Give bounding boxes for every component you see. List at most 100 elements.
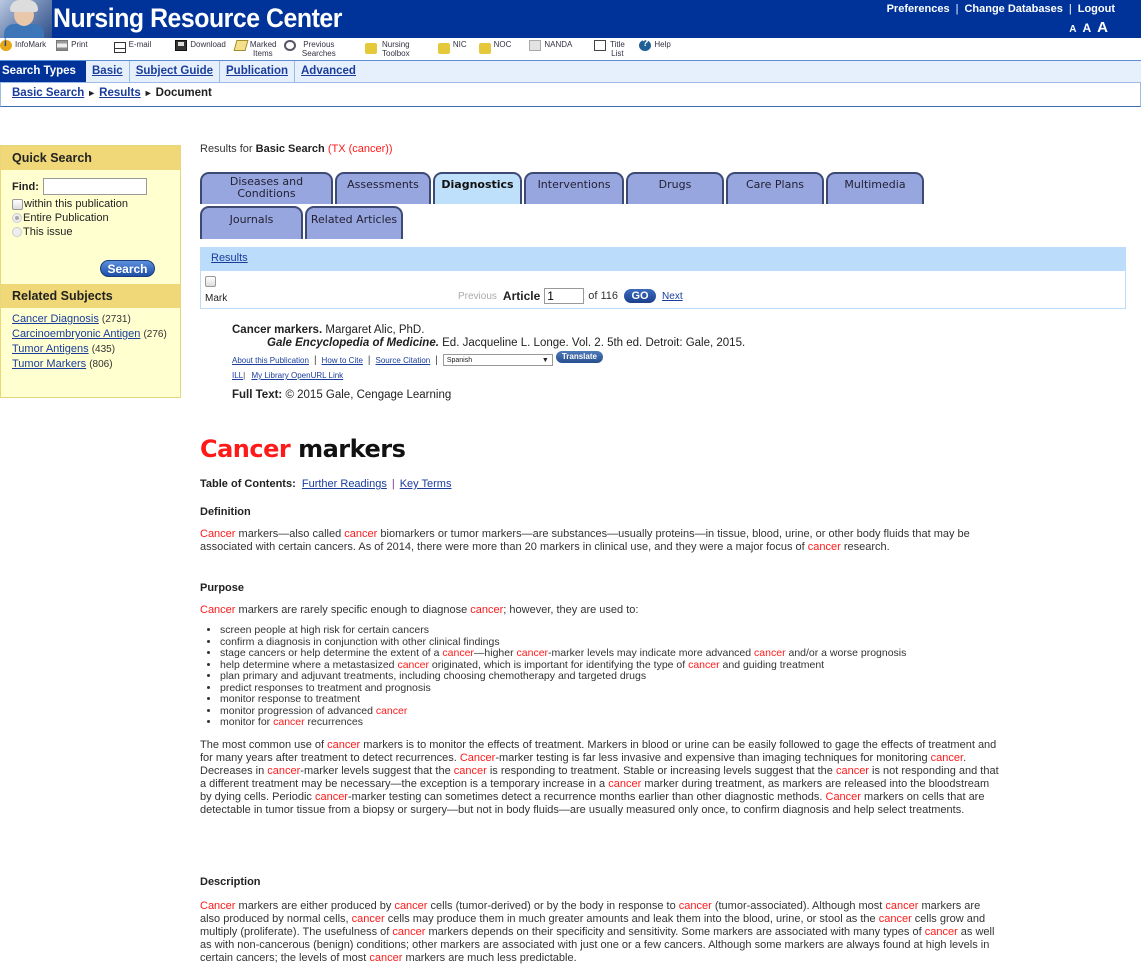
key-icon xyxy=(437,43,450,54)
section-paragraph: Cancer markers—also called cancer biomar… xyxy=(200,528,970,553)
section-paragraph: The most common use of cancer markers is… xyxy=(200,738,999,816)
citation: Cancer markers. Margaret Alic, PhD. Gale… xyxy=(232,324,746,401)
document-title-rest: markers xyxy=(298,435,406,463)
breadcrumb-basic-search[interactable]: Basic Search xyxy=(12,87,84,99)
section-paragraph: Cancer markers are rarely specific enoug… xyxy=(200,604,639,616)
related-subject-link[interactable]: Cancer Diagnosis xyxy=(12,313,99,325)
section-purpose: Purpose Cancer markers are rarely specif… xyxy=(200,582,1000,817)
separator: | xyxy=(1068,3,1072,15)
tab-multimedia[interactable]: Multimedia xyxy=(826,172,924,204)
tab-publication[interactable]: Publication xyxy=(220,61,295,82)
subject-count: (2731) xyxy=(101,314,131,325)
table-of-contents: Table of Contents: Further Readings | Key … xyxy=(200,478,452,490)
marked-items-icon xyxy=(233,40,249,51)
article-number-input[interactable] xyxy=(544,288,585,304)
previous-searches-button[interactable]: Previous Searches xyxy=(283,40,339,58)
tab-assessments[interactable]: Assessments xyxy=(335,172,431,204)
citation-source-details: Ed. Jacqueline L. Longe. Vol. 2. 5th ed.… xyxy=(442,337,746,349)
tab-basic-link[interactable]: Basic xyxy=(92,65,123,77)
breadcrumb-document: Document xyxy=(155,87,212,99)
breadcrumb-results[interactable]: Results xyxy=(99,87,141,99)
list-item: plan primary and adjuvant treatments, in… xyxy=(220,670,1000,683)
within-publication-label: within this publication xyxy=(24,198,128,210)
citation-title: Cancer markers. xyxy=(232,324,323,336)
tab-publication-link[interactable]: Publication xyxy=(226,65,288,77)
tab-subject-guide-link[interactable]: Subject Guide xyxy=(136,65,213,77)
tab-subject-guide[interactable]: Subject Guide xyxy=(130,61,221,82)
text-size-small[interactable]: A xyxy=(1069,24,1076,35)
key-icon xyxy=(478,43,491,54)
document-title: Cancer markers xyxy=(200,435,406,463)
tab-diseases-and-conditions[interactable]: Diseases and Conditions xyxy=(200,172,333,204)
tab-basic[interactable]: Basic xyxy=(86,61,130,82)
infomark-button[interactable]: InfoMark xyxy=(0,39,46,51)
title-list-button[interactable]: Title List xyxy=(594,40,625,58)
ill-link[interactable]: ILL xyxy=(232,371,243,380)
related-subject-link[interactable]: Tumor Antigens xyxy=(12,343,89,355)
tab-diagnostics[interactable]: Diagnostics xyxy=(433,172,522,204)
how-to-cite-link[interactable]: How to Cite xyxy=(322,356,363,365)
logout-link[interactable]: Logout xyxy=(1078,3,1115,15)
section-heading: Purpose xyxy=(200,582,245,594)
help-button[interactable]: Help xyxy=(639,39,671,51)
separator: | xyxy=(955,3,959,15)
about-publication-link[interactable]: About this Publication xyxy=(232,356,309,365)
download-icon xyxy=(175,40,188,51)
source-citation-link[interactable]: Source Citation xyxy=(376,356,431,365)
list-item: Cancer Diagnosis (2731) xyxy=(12,312,169,327)
marked-items-button[interactable]: Marked Items xyxy=(233,40,277,58)
nursing-toolbox-button[interactable]: Nursing Toolbox xyxy=(364,40,412,58)
breadcrumb: Basic Search ► Results ► Document xyxy=(0,83,1141,107)
breadcrumb-arrow-icon: ► xyxy=(87,88,97,98)
print-button[interactable]: Print xyxy=(56,40,88,51)
list-item: monitor response to treatment xyxy=(220,693,1000,706)
tab-care-plans[interactable]: Care Plans xyxy=(726,172,824,204)
email-button[interactable]: E-mail xyxy=(113,40,151,53)
noc-button[interactable]: NOC xyxy=(478,40,511,54)
citation-author: Margaret Alic, PhD. xyxy=(325,324,425,336)
related-subject-link[interactable]: Carcinoembryonic Antigen xyxy=(12,328,140,340)
previous-link: Previous xyxy=(458,290,497,302)
within-publication-checkbox[interactable] xyxy=(12,198,23,210)
section-definition: Definition Cancer markers—also called ca… xyxy=(200,506,1000,554)
tab-advanced[interactable]: Advanced xyxy=(295,61,362,82)
nic-button[interactable]: NIC xyxy=(437,40,467,54)
citation-source-title: Gale Encyclopedia of Medicine. xyxy=(267,337,439,349)
mark-checkbox[interactable] xyxy=(205,276,216,287)
next-link[interactable]: Next xyxy=(662,291,683,302)
this-issue-radio[interactable] xyxy=(12,227,22,237)
results-link[interactable]: Results xyxy=(211,252,248,264)
go-button[interactable]: GO xyxy=(624,289,657,303)
tab-related-articles[interactable]: Related Articles xyxy=(305,206,403,239)
toc-key-terms[interactable]: Key Terms xyxy=(400,478,452,490)
translate-button[interactable]: Translate xyxy=(555,351,603,363)
quick-search-button[interactable]: Search xyxy=(100,260,155,277)
toc-further-readings[interactable]: Further Readings xyxy=(302,478,387,490)
tab-interventions[interactable]: Interventions xyxy=(524,172,624,204)
section-heading: Description xyxy=(200,876,261,888)
list-item: screen people at high risk for certain c… xyxy=(220,624,1000,637)
toolbar: InfoMark Print E-mail Download Marked It… xyxy=(0,38,1141,61)
text-size-medium[interactable]: A xyxy=(1082,21,1091,35)
tab-journals[interactable]: Journals xyxy=(200,206,303,239)
tab-drugs[interactable]: Drugs xyxy=(626,172,724,204)
preferences-link[interactable]: Preferences xyxy=(887,3,950,15)
find-label: Find: xyxy=(12,180,39,193)
purpose-list: screen people at high risk for certain c… xyxy=(200,624,1000,729)
nurse-logo-image xyxy=(0,0,52,38)
list-item: monitor for cancer recurrences xyxy=(220,716,1000,729)
language-select[interactable]: Spanish ▼ xyxy=(442,354,553,366)
change-databases-link[interactable]: Change Databases xyxy=(964,3,1062,15)
download-button[interactable]: Download xyxy=(175,40,226,51)
nanda-button[interactable]: NANDA xyxy=(529,40,572,51)
tab-advanced-link[interactable]: Advanced xyxy=(301,65,356,77)
related-subject-link[interactable]: Tumor Markers xyxy=(12,358,86,370)
text-size-large[interactable]: A xyxy=(1097,19,1108,36)
openurl-link[interactable]: My Library OpenURL Link xyxy=(251,371,343,380)
subject-count: (435) xyxy=(91,344,116,355)
dropdown-arrow-icon: ▼ xyxy=(541,356,549,364)
infomark-icon xyxy=(0,39,12,51)
results-for-query: (TX (cancer)) xyxy=(327,143,393,155)
entire-publication-radio[interactable] xyxy=(12,213,22,223)
find-input[interactable] xyxy=(42,178,147,195)
